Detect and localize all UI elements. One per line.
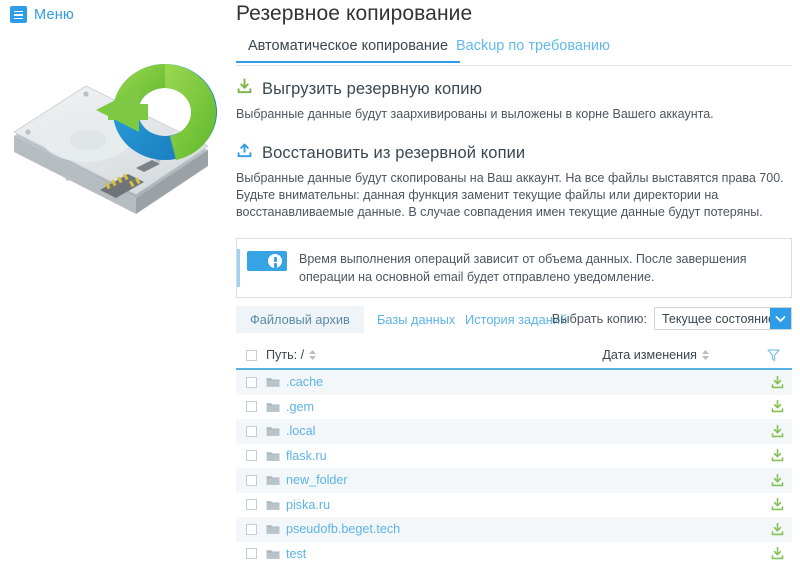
- folder-icon: [266, 401, 280, 413]
- main-content: Резервное копирование Автоматическое коп…: [228, 0, 800, 564]
- row-download-icon[interactable]: [762, 399, 792, 414]
- copy-selector-dropdown[interactable]: Текущее состояние: [654, 307, 792, 330]
- sidebar: Меню: [0, 0, 228, 564]
- row-download-icon[interactable]: [762, 448, 792, 463]
- table-row[interactable]: .local: [236, 419, 792, 444]
- row-checkbox[interactable]: [246, 499, 257, 510]
- row-download-icon[interactable]: [762, 424, 792, 439]
- row-name-link[interactable]: pseudofb.beget.tech: [286, 522, 400, 536]
- hamburger-icon: [10, 6, 27, 23]
- table-row[interactable]: piska.ru: [236, 493, 792, 518]
- menu-button[interactable]: Меню: [10, 6, 74, 23]
- folder-icon: [266, 450, 280, 462]
- row-name-link[interactable]: .local: [286, 424, 315, 438]
- column-header-date[interactable]: Дата изменения: [602, 348, 710, 362]
- row-name-cell: .cache: [266, 375, 622, 389]
- sort-arrows-icon[interactable]: [308, 349, 317, 361]
- row-name-cell: .local: [266, 424, 622, 438]
- copy-selector-label: Выбрать копию:: [552, 311, 647, 326]
- row-checkbox[interactable]: [246, 426, 257, 437]
- table-body: .cache .gem: [236, 370, 792, 566]
- copy-selector-value: Текущее состояние: [655, 312, 775, 326]
- row-name-link[interactable]: new_folder: [286, 473, 348, 487]
- section-restore-header: Восстановить из резервной копии: [236, 142, 792, 164]
- info-icon: [247, 251, 287, 271]
- row-name-link[interactable]: piska.ru: [286, 498, 330, 512]
- upload-icon: [236, 142, 253, 164]
- table-row[interactable]: test: [236, 542, 792, 566]
- info-notice: Время выполнения операций зависит от объ…: [236, 238, 792, 298]
- row-download-icon[interactable]: [762, 546, 792, 561]
- row-checkbox[interactable]: [246, 548, 257, 559]
- row-name-link[interactable]: flask.ru: [286, 449, 327, 463]
- row-checkbox[interactable]: [246, 377, 257, 388]
- row-checkbox[interactable]: [246, 450, 257, 461]
- info-notice-text: Время выполнения операций зависит от объ…: [299, 250, 779, 286]
- folder-icon: [266, 548, 280, 560]
- table-header-row: Путь: / Дата изменения: [236, 344, 792, 370]
- row-name-link[interactable]: .gem: [286, 400, 314, 414]
- row-download-icon[interactable]: [762, 473, 792, 488]
- row-checkbox[interactable]: [246, 401, 257, 412]
- tab-backup-on-demand[interactable]: Backup по требованию: [444, 38, 622, 61]
- page-title: Резервное копирование: [236, 2, 472, 26]
- section-download-backup: Выгрузить резервную копию Выбранные данн…: [236, 78, 792, 123]
- folder-icon: [266, 523, 280, 535]
- hdd-backup-illustration: [8, 32, 220, 244]
- folder-icon: [266, 499, 280, 511]
- row-name-cell: new_folder: [266, 473, 622, 487]
- table-row[interactable]: .cache: [236, 370, 792, 395]
- folder-icon: [266, 425, 280, 437]
- folder-icon: [266, 474, 280, 486]
- row-name-link[interactable]: .cache: [286, 375, 323, 389]
- row-checkbox[interactable]: [246, 524, 257, 535]
- file-table: Путь: / Дата изменения: [236, 344, 792, 566]
- chevron-down-icon[interactable]: [770, 308, 791, 329]
- download-icon: [236, 78, 253, 100]
- column-header-path[interactable]: Путь: /: [266, 348, 602, 362]
- row-name-cell: .gem: [266, 400, 622, 414]
- copy-selector: Выбрать копию: Текущее состояние: [552, 307, 792, 330]
- notice-accent-bar: [237, 249, 240, 287]
- column-header-path-label: Путь: /: [266, 348, 304, 362]
- section-download-title: Выгрузить резервную копию: [262, 80, 482, 99]
- row-checkbox[interactable]: [246, 475, 257, 486]
- table-row[interactable]: new_folder: [236, 468, 792, 493]
- row-name-cell: piska.ru: [266, 498, 622, 512]
- section-restore-backup: Восстановить из резервной копии Выбранны…: [236, 142, 792, 221]
- sort-arrows-icon[interactable]: [701, 349, 710, 361]
- row-download-icon[interactable]: [762, 497, 792, 512]
- folder-icon: [266, 376, 280, 388]
- subtab-file-archive[interactable]: Файловый архив: [236, 306, 364, 333]
- menu-button-label: Меню: [34, 7, 74, 23]
- select-all-checkbox[interactable]: [246, 350, 257, 361]
- section-restore-body: Выбранные данные будут скопированы на Ва…: [236, 170, 792, 221]
- sub-tab-bar: Файловый архив Базы данных История задан…: [236, 306, 792, 334]
- section-restore-title: Восстановить из резервной копии: [262, 144, 525, 163]
- row-name-link[interactable]: test: [286, 547, 306, 561]
- tab-bar: Автоматическое копирование Backup по тре…: [236, 38, 792, 66]
- table-row[interactable]: flask.ru: [236, 444, 792, 469]
- section-download-header: Выгрузить резервную копию: [236, 78, 792, 100]
- row-download-icon[interactable]: [762, 375, 792, 390]
- tab-automatic-backup[interactable]: Автоматическое копирование: [236, 38, 460, 63]
- row-name-cell: pseudofb.beget.tech: [266, 522, 622, 536]
- row-download-icon[interactable]: [762, 522, 792, 537]
- funnel-filter-icon[interactable]: [762, 348, 784, 362]
- row-name-cell: test: [266, 547, 622, 561]
- column-header-date-label: Дата изменения: [602, 348, 697, 362]
- table-row[interactable]: pseudofb.beget.tech: [236, 517, 792, 542]
- row-name-cell: flask.ru: [266, 449, 622, 463]
- table-row[interactable]: .gem: [236, 395, 792, 420]
- section-download-body: Выбранные данные будут заархивированы и …: [236, 106, 792, 123]
